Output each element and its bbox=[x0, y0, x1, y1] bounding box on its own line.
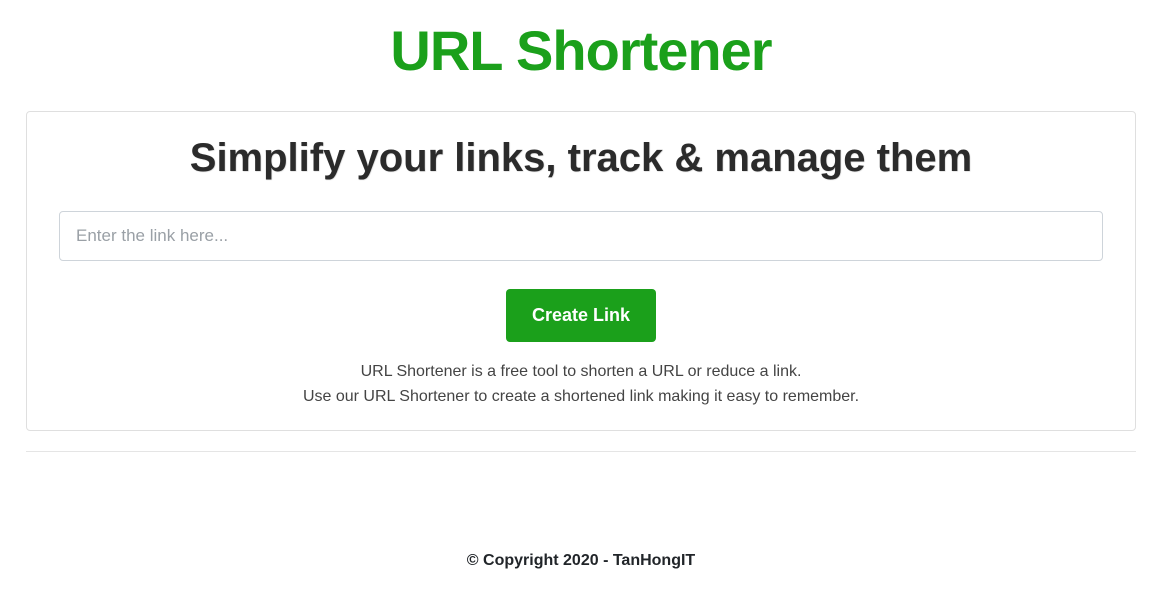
button-row: Create Link bbox=[59, 289, 1103, 342]
description-text: URL Shortener is a free tool to shorten … bbox=[59, 360, 1103, 410]
desc-line-1: URL Shortener is a free tool to shorten … bbox=[361, 363, 802, 380]
page-title: URL Shortener bbox=[26, 18, 1136, 83]
create-link-button[interactable]: Create Link bbox=[506, 289, 656, 342]
url-input[interactable] bbox=[59, 211, 1103, 261]
card-heading: Simplify your links, track & manage them bbox=[59, 136, 1103, 181]
divider bbox=[26, 451, 1136, 452]
shortener-card: Simplify your links, track & manage them… bbox=[26, 111, 1136, 431]
footer-copyright: © Copyright 2020 - TanHongIT bbox=[26, 552, 1136, 590]
desc-line-2: Use our URL Shortener to create a shorte… bbox=[303, 388, 859, 405]
